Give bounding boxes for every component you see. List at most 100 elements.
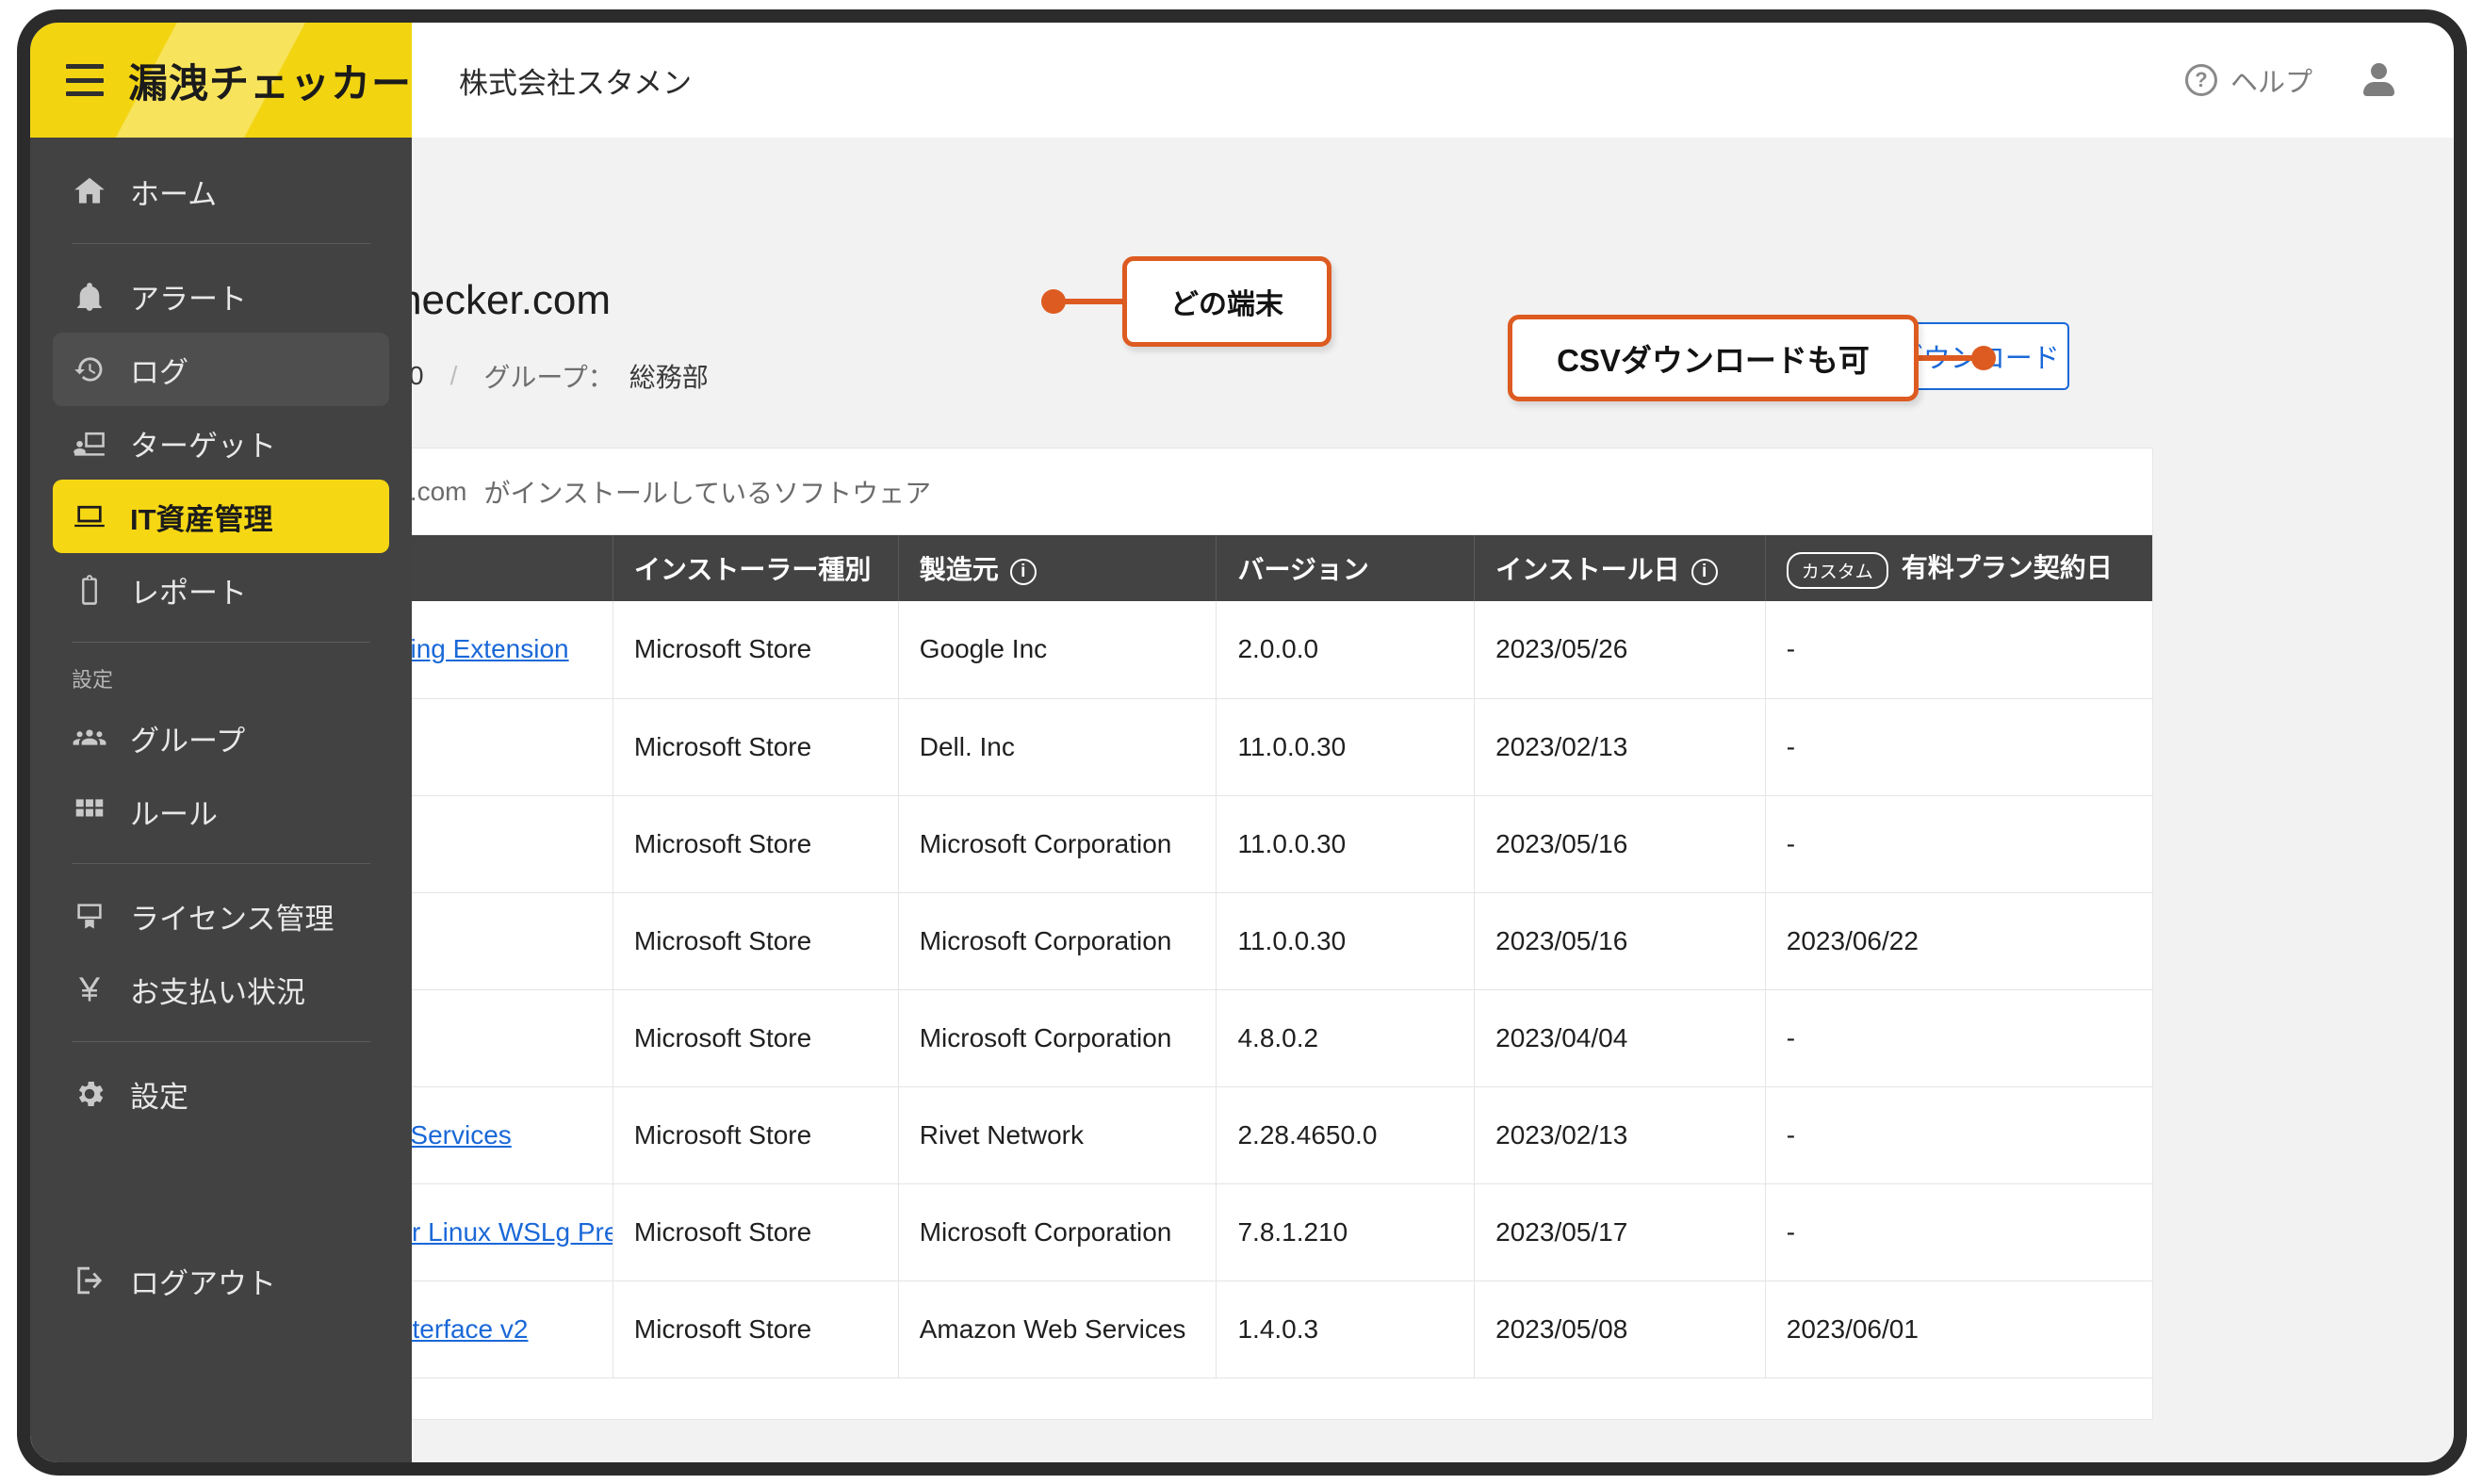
sidebar-item-home[interactable]: ホーム: [53, 155, 389, 228]
home-icon: [72, 173, 107, 209]
certificate-icon: [72, 898, 107, 934]
paid-plan-value: -: [1786, 634, 1796, 664]
software-table-card: araya.naoto@checker.com がインストールしているソフトウェ…: [117, 448, 2152, 1419]
cell-manufacturer: Amazon Web Services: [898, 1280, 1217, 1378]
cell-version: 1.4.0.3: [1216, 1280, 1476, 1378]
sidebar-divider: [72, 243, 370, 244]
sidebar-item-label: お支払い状況: [130, 975, 305, 1009]
sidebar-item-payment[interactable]: お支払い状況: [53, 953, 389, 1026]
column-header-paid-plan-date[interactable]: カスタム 有料プラン契約日: [1765, 535, 2152, 601]
company-name: 株式会社スタメン: [459, 66, 693, 100]
bell-alert-icon: [72, 278, 107, 314]
grid-squares-icon: [72, 793, 107, 829]
sidebar-divider: [72, 1041, 370, 1042]
cell-manufacturer: Microsoft Corporation: [898, 795, 1217, 893]
sidebar-item-logout[interactable]: ログアウト: [53, 1244, 389, 1317]
column-header-version[interactable]: バージョン: [1216, 535, 1476, 601]
cell-installer-type: Microsoft Store: [613, 795, 899, 893]
sidebar-item-target[interactable]: ターゲット: [53, 406, 389, 480]
cell-version: 2.28.4650.0: [1216, 1086, 1476, 1184]
sidebar-item-license[interactable]: ライセンス管理: [53, 879, 389, 953]
paid-plan-value: 2023/06/22: [1786, 925, 1919, 955]
annotation-callout-csv: CSVダウンロードも可: [1508, 315, 1919, 401]
sidebar-item-label: ログ: [130, 355, 188, 389]
table-row: Windows SDK AddOnMicrosoft StoreMicrosof…: [117, 989, 2152, 1087]
cell-manufacturer: Dell. Inc: [898, 698, 1217, 796]
column-header-install-date[interactable]: インストール日 i: [1474, 535, 1766, 601]
cell-version: 7.8.1.210: [1216, 1183, 1476, 1281]
table-caption-text: がインストールしているソフトウェア: [483, 478, 932, 508]
gear-icon: [72, 1076, 107, 1112]
table-row: PowerPointMicrosoft StoreMicrosoft Corpo…: [117, 892, 2152, 990]
cell-installer-type: Microsoft Store: [613, 892, 899, 990]
sidebar-item-label: アラート: [130, 282, 247, 316]
sidebar-item-label: ライセンス管理: [130, 902, 335, 936]
cell-version: 11.0.0.30: [1216, 698, 1476, 796]
cell-version: 11.0.0.30: [1216, 892, 1476, 990]
table-head: ソフトウェア名 インストーラー種別 製造元i バージョン インストール日i: [117, 535, 2152, 601]
table-header-row: ソフトウェア名 インストーラー種別 製造元i バージョン インストール日i: [117, 535, 2152, 601]
cell-install-date: 2023/04/04: [1474, 989, 1766, 1087]
sidebar-item-label: 設定: [130, 1080, 188, 1114]
cell-version: 11.0.0.30: [1216, 795, 1476, 893]
annotation-dot-csv: [1971, 346, 1996, 370]
paid-plan-value: -: [1786, 1119, 1796, 1150]
laptop-icon: [72, 498, 107, 534]
target-laptop-person-icon: [72, 425, 107, 461]
group-people-icon: [72, 720, 107, 756]
top-bar-actions: ? ヘルプ: [2184, 60, 2397, 100]
group-value: 総務部: [629, 363, 709, 392]
cell-installer-type: Microsoft Store: [613, 1280, 899, 1378]
help-label: ヘルプ: [2230, 68, 2312, 98]
table-row: Google Chrome Reporting ExtensionMicroso…: [117, 601, 2152, 699]
cell-install-date: 2023/02/13: [1474, 1086, 1766, 1184]
cell-installer-type: Microsoft Store: [613, 601, 899, 699]
paid-plan-value: -: [1786, 1216, 1796, 1247]
cell-install-date: 2023/05/17: [1474, 1183, 1766, 1281]
info-circle-icon[interactable]: i: [1691, 558, 1718, 585]
table-body: Google Chrome Reporting ExtensionMicroso…: [117, 601, 2152, 1378]
column-header-manufacturer[interactable]: 製造元 i: [898, 535, 1217, 601]
cell-paid-plan-date: -: [1765, 989, 2152, 1087]
sidebar-item-report[interactable]: レポート: [53, 553, 389, 627]
sidebar-item-it-asset[interactable]: IT資産管理: [53, 480, 389, 553]
paid-plan-value: -: [1786, 731, 1796, 761]
yen-icon: [72, 971, 107, 1007]
info-circle-icon[interactable]: i: [1009, 558, 1037, 585]
sidebar-divider: [72, 863, 370, 864]
cell-installer-type: Microsoft Store: [613, 989, 899, 1087]
brand-title: 漏洩チェッカー: [127, 60, 412, 106]
help-button[interactable]: ? ヘルプ: [2184, 60, 2312, 100]
sidebar-item-alert[interactable]: アラート: [53, 259, 389, 333]
person-icon[interactable]: [2360, 61, 2397, 99]
cell-install-date: 2023/05/16: [1474, 892, 1766, 990]
cell-install-date: 2023/05/26: [1474, 601, 1766, 699]
cell-install-date: 2023/05/08: [1474, 1280, 1766, 1378]
app-window: 漏洩チェッカー 株式会社スタメン ? ヘルプ ホーム アラート ログ ターゲット…: [30, 23, 2454, 1462]
sidebar-item-label: レポート: [130, 576, 247, 610]
custom-badge: カスタム: [1786, 551, 1888, 589]
hamburger-icon[interactable]: [66, 64, 104, 96]
brand-header: 漏洩チェッカー: [30, 23, 412, 138]
cell-manufacturer: Rivet Network: [898, 1086, 1217, 1184]
sidebar-item-group[interactable]: グループ: [53, 701, 389, 775]
cell-paid-plan-date: 2023/06/01: [1765, 1280, 2152, 1378]
cell-install-date: 2023/05/16: [1474, 795, 1766, 893]
table-row: PowerShell 7-x64Microsoft StoreMicrosoft…: [117, 795, 2152, 893]
table-row: Windows Subsystem for Linux WSLg Preview…: [117, 1183, 2152, 1281]
cell-install-date: 2023/02/13: [1474, 698, 1766, 796]
cell-installer-type: Microsoft Store: [613, 1183, 899, 1281]
sidebar-item-log[interactable]: ログ: [53, 333, 389, 406]
cell-installer-type: Microsoft Store: [613, 698, 899, 796]
sidebar-section-settings: 設定: [72, 668, 114, 692]
table-row: Fusion ServiceMicrosoft StoreDell. Inc11…: [117, 698, 2152, 796]
sidebar-divider: [72, 642, 370, 643]
sidebar-item-settings[interactable]: 設定: [53, 1057, 389, 1131]
subtitle-separator: /: [449, 361, 458, 390]
cell-paid-plan-date: -: [1765, 698, 2152, 796]
column-header-installer-type[interactable]: インストーラー種別: [613, 535, 899, 601]
question-circle-icon: ?: [2184, 64, 2217, 96]
paid-plan-value: -: [1786, 1022, 1796, 1052]
sidebar-item-rule[interactable]: ルール: [53, 775, 389, 848]
